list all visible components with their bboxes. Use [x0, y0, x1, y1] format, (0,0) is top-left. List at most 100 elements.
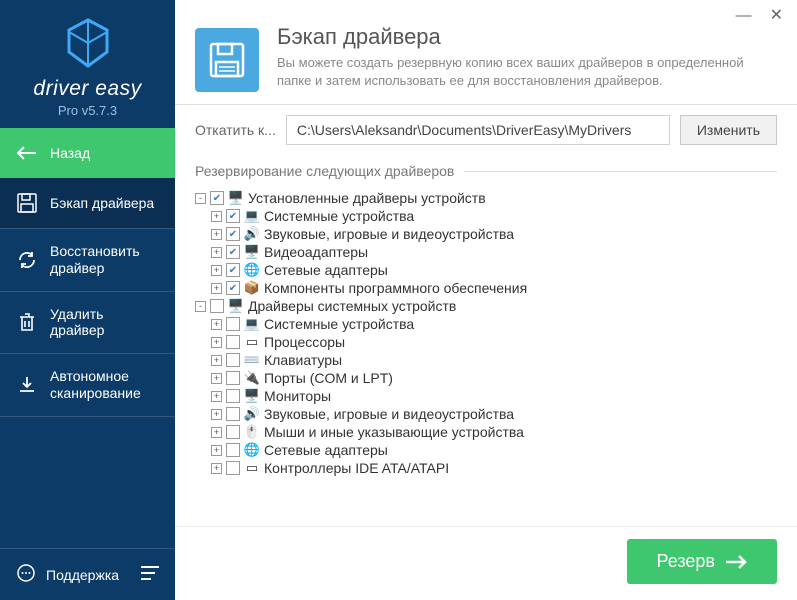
tree-expander[interactable]: + — [211, 229, 222, 240]
device-icon: 🌐 — [244, 442, 260, 458]
nav-delete-label: Удалить драйвер — [50, 306, 159, 340]
nav-restore-driver[interactable]: Восстановить драйвер — [0, 229, 175, 291]
tree-expander[interactable]: + — [211, 391, 222, 402]
tree-checkbox[interactable] — [210, 299, 224, 313]
device-icon: 📦 — [244, 280, 260, 296]
tree-row[interactable]: -🖥️Драйверы системных устройств — [195, 297, 777, 315]
tree-row[interactable]: +🔌Порты (COM и LPT) — [195, 369, 777, 387]
sidebar: driver easy Pro v5.7.3 Назад Бэкап драйв… — [0, 0, 175, 600]
tree-expander[interactable]: + — [211, 445, 222, 456]
change-path-button[interactable]: Изменить — [680, 115, 777, 145]
backup-button-label: Резерв — [657, 551, 715, 572]
nav-delete-driver[interactable]: Удалить драйвер — [0, 292, 175, 354]
tree-expander[interactable]: + — [211, 247, 222, 258]
nav-backup-drivers[interactable]: Бэкап драйвера — [0, 178, 175, 228]
tree-item-label: Установленные драйверы устройств — [248, 190, 486, 206]
nav-offline-label: Автономное сканирование — [50, 368, 159, 402]
tree-row[interactable]: + 💻Системные устройства — [195, 207, 777, 225]
menu-icon[interactable] — [141, 566, 159, 583]
tree-row[interactable]: +▭Процессоры — [195, 333, 777, 351]
tree-checkbox[interactable] — [226, 353, 240, 367]
device-icon: 💻 — [244, 208, 260, 224]
nav-offline-scan[interactable]: Автономное сканирование — [0, 354, 175, 416]
tree-expander[interactable]: + — [211, 211, 222, 222]
device-icon: 🔌 — [244, 370, 260, 386]
tree-checkbox[interactable] — [226, 227, 240, 241]
tree-expander[interactable]: - — [195, 193, 206, 204]
minimize-button[interactable]: — — [736, 8, 752, 24]
tree-checkbox[interactable] — [226, 209, 240, 223]
path-row: Откатить к... Изменить — [175, 104, 797, 159]
nav-back-button[interactable]: Назад — [0, 128, 175, 178]
device-icon: 🖥️ — [244, 388, 260, 404]
tree-checkbox[interactable] — [226, 461, 240, 475]
tree-expander[interactable]: + — [211, 373, 222, 384]
tree-expander[interactable]: + — [211, 337, 222, 348]
tree-row[interactable]: + 🖥️Мониторы — [195, 387, 777, 405]
page-header: Бэкап драйвера Вы можете создать резервн… — [175, 24, 797, 104]
device-icon: ▭ — [244, 460, 260, 476]
sidebar-footer: Поддержка — [0, 548, 175, 600]
tree-expander[interactable]: + — [211, 265, 222, 276]
tree-expander[interactable]: + — [211, 409, 222, 420]
titlebar: — ✕ — [175, 0, 797, 24]
driver-tree[interactable]: -🖥️Установленные драйверы устройств+💻Сис… — [175, 189, 797, 526]
tree-checkbox[interactable] — [226, 263, 240, 277]
tree-item-label: Клавиатуры — [264, 352, 342, 368]
arrow-right-icon — [725, 554, 747, 570]
device-icon: 🔊 — [244, 226, 260, 242]
tree-row[interactable]: + 🔊Звуковые, игровые и видеоустройства — [195, 225, 777, 243]
tree-item-label: Системные устройства — [264, 208, 414, 224]
group-label-text: Резервирование следующих драйверов — [195, 163, 454, 179]
tree-checkbox[interactable] — [226, 245, 240, 259]
tree-row[interactable]: +🖱️Мыши и иные указывающие устройства — [195, 423, 777, 441]
group-label-row: Резервирование следующих драйверов — [175, 159, 797, 189]
tree-checkbox[interactable] — [226, 425, 240, 439]
tree-row[interactable]: +🌐Сетевые адаптеры — [195, 441, 777, 459]
tree-expander[interactable]: + — [211, 463, 222, 474]
tree-row[interactable]: +💻Системные устройства — [195, 315, 777, 333]
tree-checkbox[interactable] — [226, 317, 240, 331]
tree-checkbox[interactable] — [226, 389, 240, 403]
nav-backup-label: Бэкап драйвера — [50, 195, 154, 212]
tree-item-label: Компоненты программного обеспечения — [264, 280, 527, 296]
tree-checkbox[interactable] — [226, 371, 240, 385]
tree-checkbox[interactable] — [226, 281, 240, 295]
tree-item-label: Мониторы — [264, 388, 331, 404]
tree-row[interactable]: +▭Контроллеры IDE ATA/ATAPI — [195, 459, 777, 477]
tree-expander[interactable]: + — [211, 355, 222, 366]
arrow-left-icon — [16, 142, 38, 164]
device-icon: ⌨️ — [244, 352, 260, 368]
device-icon: 🌐 — [244, 262, 260, 278]
tree-checkbox[interactable] — [210, 191, 224, 205]
app-logo-icon — [65, 18, 111, 68]
brand-version: Pro v5.7.3 — [0, 103, 175, 118]
tree-row[interactable]: + 📦Компоненты программного обеспечения — [195, 279, 777, 297]
device-icon: ▭ — [244, 334, 260, 350]
close-button[interactable]: ✕ — [770, 8, 783, 24]
tree-item-label: Звуковые, игровые и видеоустройства — [264, 406, 514, 422]
tree-checkbox[interactable] — [226, 335, 240, 349]
download-icon — [16, 374, 38, 396]
backup-path-input[interactable] — [286, 115, 670, 145]
tree-expander[interactable]: - — [195, 301, 206, 312]
tree-row[interactable]: + ⌨️Клавиатуры — [195, 351, 777, 369]
tree-row[interactable]: + 🌐Сетевые адаптеры — [195, 261, 777, 279]
tree-item-label: Звуковые, игровые и видеоустройства — [264, 226, 514, 242]
chat-icon[interactable] — [16, 563, 36, 586]
tree-item-label: Сетевые адаптеры — [264, 262, 388, 278]
support-label[interactable]: Поддержка — [46, 567, 119, 583]
backup-button[interactable]: Резерв — [627, 539, 777, 584]
tree-row[interactable]: +🔊Звуковые, игровые и видеоустройства — [195, 405, 777, 423]
tree-row[interactable]: +🖥️Видеоадаптеры — [195, 243, 777, 261]
tree-expander[interactable]: + — [211, 283, 222, 294]
tree-row[interactable]: -🖥️Установленные драйверы устройств — [195, 189, 777, 207]
nav-back-label: Назад — [50, 145, 90, 162]
tree-checkbox[interactable] — [226, 407, 240, 421]
main-panel: — ✕ Бэкап драйвера Вы можете создать рез… — [175, 0, 797, 600]
divider-line — [464, 171, 777, 172]
tree-checkbox[interactable] — [226, 443, 240, 457]
device-icon: 💻 — [244, 316, 260, 332]
tree-expander[interactable]: + — [211, 319, 222, 330]
tree-expander[interactable]: + — [211, 427, 222, 438]
